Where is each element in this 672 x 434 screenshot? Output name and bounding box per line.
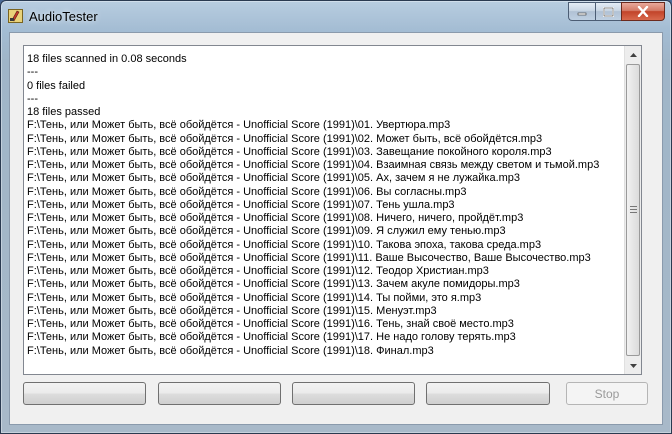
log-line: F:\Тень, или Может быть, всё обойдётся -…	[27, 145, 552, 158]
log-line: ---	[27, 92, 38, 105]
log-line: F:\Тень, или Может быть, всё обойдётся -…	[27, 198, 455, 211]
log-line: F:\Тень, или Может быть, всё обойдётся -…	[27, 304, 437, 317]
button-row: Stop	[23, 382, 648, 406]
log-line: F:\Тень, или Может быть, всё обойдётся -…	[27, 185, 467, 198]
log-line: F:\Тень, или Может быть, всё обойдётся -…	[27, 265, 489, 277]
minimize-button[interactable]	[568, 2, 595, 21]
close-icon	[637, 6, 649, 17]
scroll-up-icon	[629, 52, 637, 57]
log-line: 0 files failed	[27, 79, 86, 92]
maximize-icon	[603, 6, 614, 17]
log-line: 18 files passed	[27, 106, 101, 118]
log-line: F:\Тень, или Может быть, всё обойдётся -…	[27, 318, 514, 330]
log-line: F:\Тень, или Может быть, всё обойдётся -…	[27, 344, 434, 357]
log-output[interactable]: 18 files scanned in 0.08 seconds --- 0 fil…	[23, 45, 642, 375]
log-line: F:\Тень, или Может быть, всё обойдётся -…	[27, 159, 600, 171]
log-line: F:\Тень, или Может быть, всё обойдётся -…	[27, 225, 506, 238]
log-line: F:\Тень, или Может быть, всё обойдётся -…	[27, 172, 521, 185]
action-button-3[interactable]	[292, 382, 415, 405]
log-line: F:\Тень, или Может быть, всё обойдётся -…	[27, 132, 543, 145]
window-title: AudioTester	[29, 9, 98, 24]
title-bar[interactable]: AudioTester	[1, 1, 671, 33]
log-line: F:\Тень, или Может быть, всё обойдётся -…	[27, 331, 516, 344]
action-button-1[interactable]	[23, 382, 146, 405]
log-line: F:\Тень, или Может быть, всё обойдётся -…	[27, 212, 524, 224]
scroll-up-button[interactable]	[625, 46, 641, 63]
log-line: F:\Тень, или Может быть, всё обойдётся -…	[27, 291, 482, 304]
stop-button[interactable]: Stop	[566, 382, 648, 405]
app-window: AudioTester 18 files scanned in 0.08 sec…	[0, 0, 672, 434]
log-line: F:\Тень, или Может быть, всё обойдётся -…	[27, 278, 520, 291]
app-icon	[8, 9, 23, 23]
log-lines: 18 files scanned in 0.08 seconds --- 0 fil…	[27, 53, 623, 358]
log-line: F:\Тень, или Может быть, всё обойдётся -…	[27, 238, 542, 251]
maximize-button[interactable]	[595, 2, 621, 21]
log-line: F:\Тень, или Может быть, всё обойдётся -…	[27, 251, 591, 264]
action-button-2[interactable]	[158, 382, 281, 405]
action-button-4[interactable]	[426, 382, 550, 405]
log-line: F:\Тень, или Может быть, всё обойдётся -…	[27, 119, 451, 132]
client-area: 18 files scanned in 0.08 seconds --- 0 fil…	[9, 32, 663, 425]
scroll-down-button[interactable]	[625, 357, 641, 374]
scroll-down-icon	[629, 363, 637, 368]
close-button[interactable]	[621, 2, 665, 21]
scroll-grip-icon	[630, 206, 637, 213]
vertical-scrollbar[interactable]	[624, 46, 641, 374]
log-line: ---	[27, 66, 38, 79]
scroll-thumb[interactable]	[626, 64, 640, 356]
window-controls	[568, 2, 665, 22]
log-line: 18 files scanned in 0.08 seconds	[27, 53, 187, 65]
minimize-icon	[577, 12, 587, 15]
